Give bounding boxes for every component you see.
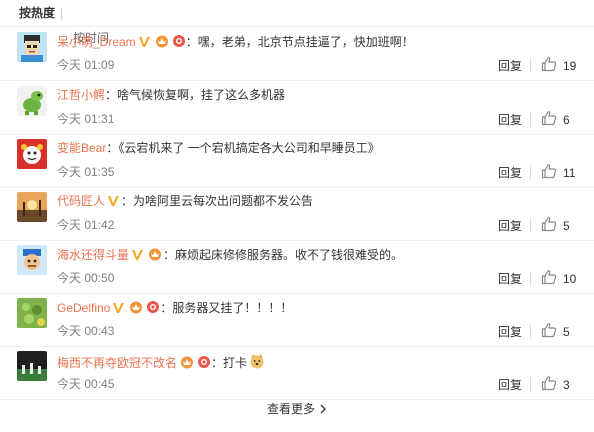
- like-button[interactable]: [541, 375, 557, 396]
- like-button[interactable]: [541, 216, 557, 237]
- thumbs-up-icon: [541, 270, 557, 289]
- tab-hot[interactable]: 按热度: [19, 6, 55, 20]
- like-button[interactable]: [541, 163, 557, 184]
- reply-button[interactable]: 回复: [498, 272, 522, 286]
- thumbs-up-icon: [541, 57, 557, 76]
- comment-item: 变能Bear：《云宕机来了 一个宕机搞定各大公司和早睡员工》 今天 01:35 …: [0, 134, 594, 188]
- divider: [530, 271, 531, 286]
- comment-line: 呆小萌_Dream ：嘿，老弟，北京节点挂逼了，快加班啊！: [57, 34, 414, 51]
- view-more-button[interactable]: 查看更多: [0, 400, 594, 424]
- vip-crown-icon: [128, 300, 144, 317]
- like-count: 5: [563, 325, 570, 339]
- comment-time: 今天 00:43: [57, 324, 115, 338]
- reply-button[interactable]: 回复: [498, 166, 522, 180]
- comment-time: 今天 01:31: [57, 112, 115, 126]
- like-count: 11: [563, 166, 576, 180]
- avatar[interactable]: [17, 351, 47, 381]
- verified-v-icon: [131, 249, 145, 264]
- username[interactable]: 变能Bear: [57, 141, 106, 155]
- like-count: 19: [563, 59, 577, 73]
- avatar[interactable]: [17, 298, 47, 328]
- doge-emoji-icon: [249, 353, 265, 372]
- comment-line: GeDelfino ：服务器又挂了！！！！: [57, 300, 292, 317]
- thumbs-up-icon: [541, 217, 557, 236]
- comment-line: 梅西不再夺欧冠不改名 ：打卡: [57, 353, 265, 372]
- comment-text: ：《云宕机来了 一个宕机搞定各大公司和早睡员工》: [106, 141, 380, 155]
- username[interactable]: GeDelfino: [57, 301, 110, 315]
- thumbs-up-icon: [541, 111, 557, 130]
- reply-button[interactable]: 回复: [498, 378, 522, 392]
- username[interactable]: 呆小萌_Dream: [57, 35, 136, 49]
- username[interactable]: 江哲小鳄: [57, 88, 105, 102]
- comment-text: ：为啥阿里云每次出问题都不发公告: [121, 194, 314, 208]
- like-button[interactable]: [541, 322, 557, 343]
- username[interactable]: 代码匠人: [57, 194, 105, 208]
- vip-crown-icon: [154, 34, 170, 51]
- tab-separator: |: [60, 6, 64, 20]
- reply-button[interactable]: 回复: [498, 113, 522, 127]
- username[interactable]: 海水还得斗量: [57, 248, 129, 262]
- comment-text: ：服务器又挂了！！！！: [160, 301, 293, 315]
- vip-crown-icon: [179, 355, 195, 372]
- avatar[interactable]: [17, 139, 47, 169]
- comment-item: GeDelfino ：服务器又挂了！！！！ 今天 00:43 回复 5: [0, 293, 594, 347]
- reply-button[interactable]: 回复: [498, 325, 522, 339]
- like-button[interactable]: [541, 56, 557, 77]
- comment-time: 今天 01:09: [57, 58, 115, 72]
- verified-v-icon: [107, 195, 121, 210]
- comment-text: ：麻烦起床修修服务器。收不了钱很难受的。: [163, 248, 404, 262]
- vip-crown-icon: [147, 247, 163, 264]
- divider: [530, 324, 531, 339]
- divider: [530, 165, 531, 180]
- like-count: 5: [563, 219, 570, 233]
- username[interactable]: 梅西不再夺欧冠不改名: [57, 356, 177, 370]
- fans-badge-icon: [146, 300, 160, 317]
- comment-time: 今天 01:35: [57, 165, 115, 179]
- comment-line: 变能Bear：《云宕机来了 一个宕机搞定各大公司和早睡员工》: [57, 141, 380, 155]
- reply-button[interactable]: 回复: [498, 219, 522, 233]
- avatar[interactable]: [17, 245, 47, 275]
- like-button[interactable]: [541, 110, 557, 131]
- chevron-right-icon: [319, 401, 327, 419]
- comment-text: ：啥气候恢复啊，挂了这么多机器: [105, 88, 286, 102]
- divider: [530, 218, 531, 233]
- comment-line: 海水还得斗量 ：麻烦起床修修服务器。收不了钱很难受的。: [57, 247, 403, 264]
- comment-time: 今天 01:42: [57, 218, 115, 232]
- avatar[interactable]: [17, 86, 47, 116]
- thumbs-up-icon: [541, 376, 557, 395]
- divider: [530, 112, 531, 127]
- comment-line: 代码匠人 ：为啥阿里云每次出问题都不发公告: [57, 194, 313, 210]
- comment-line: 江哲小鳄：啥气候恢复啊，挂了这么多机器: [57, 88, 285, 102]
- comment-item: 代码匠人 ：为啥阿里云每次出问题都不发公告 今天 01:42 回复 5: [0, 187, 594, 241]
- avatar[interactable]: [17, 32, 47, 62]
- view-more-label[interactable]: 查看更多: [267, 402, 315, 416]
- divider: [530, 58, 531, 73]
- comment-item: 呆小萌_Dream ：嘿，老弟，北京节点挂逼了，快加班啊！ 今天 01:09 回复…: [0, 27, 594, 81]
- sort-tabs: 按热度 | 按时间: [0, 0, 594, 45]
- comment-item: 海水还得斗量 ：麻烦起床修修服务器。收不了钱很难受的。 今天 00:50 回复 1…: [0, 240, 594, 294]
- like-count: 10: [563, 272, 577, 286]
- comment-time: 今天 00:45: [57, 377, 115, 391]
- reply-button[interactable]: 回复: [498, 59, 522, 73]
- thumbs-up-icon: [541, 164, 557, 183]
- like-button[interactable]: [541, 269, 557, 290]
- fans-badge-icon: [172, 34, 186, 51]
- verified-v-icon: [112, 302, 126, 317]
- comment-item: 梅西不再夺欧冠不改名 ：打卡 今天 00:45 回复 3: [0, 346, 594, 400]
- avatar[interactable]: [17, 192, 47, 222]
- fans-badge-icon: [197, 355, 211, 372]
- thumbs-up-icon: [541, 323, 557, 342]
- divider: [530, 377, 531, 392]
- like-count: 3: [563, 378, 570, 392]
- verified-v-icon: [138, 36, 152, 51]
- comment-time: 今天 00:50: [57, 271, 115, 285]
- comment-item: 江哲小鳄：啥气候恢复啊，挂了这么多机器 今天 01:31 回复 6: [0, 81, 594, 135]
- comment-text: ：打卡: [211, 356, 248, 370]
- like-count: 6: [563, 113, 570, 127]
- comment-text: ：嘿，老弟，北京节点挂逼了，快加班啊！: [185, 35, 414, 49]
